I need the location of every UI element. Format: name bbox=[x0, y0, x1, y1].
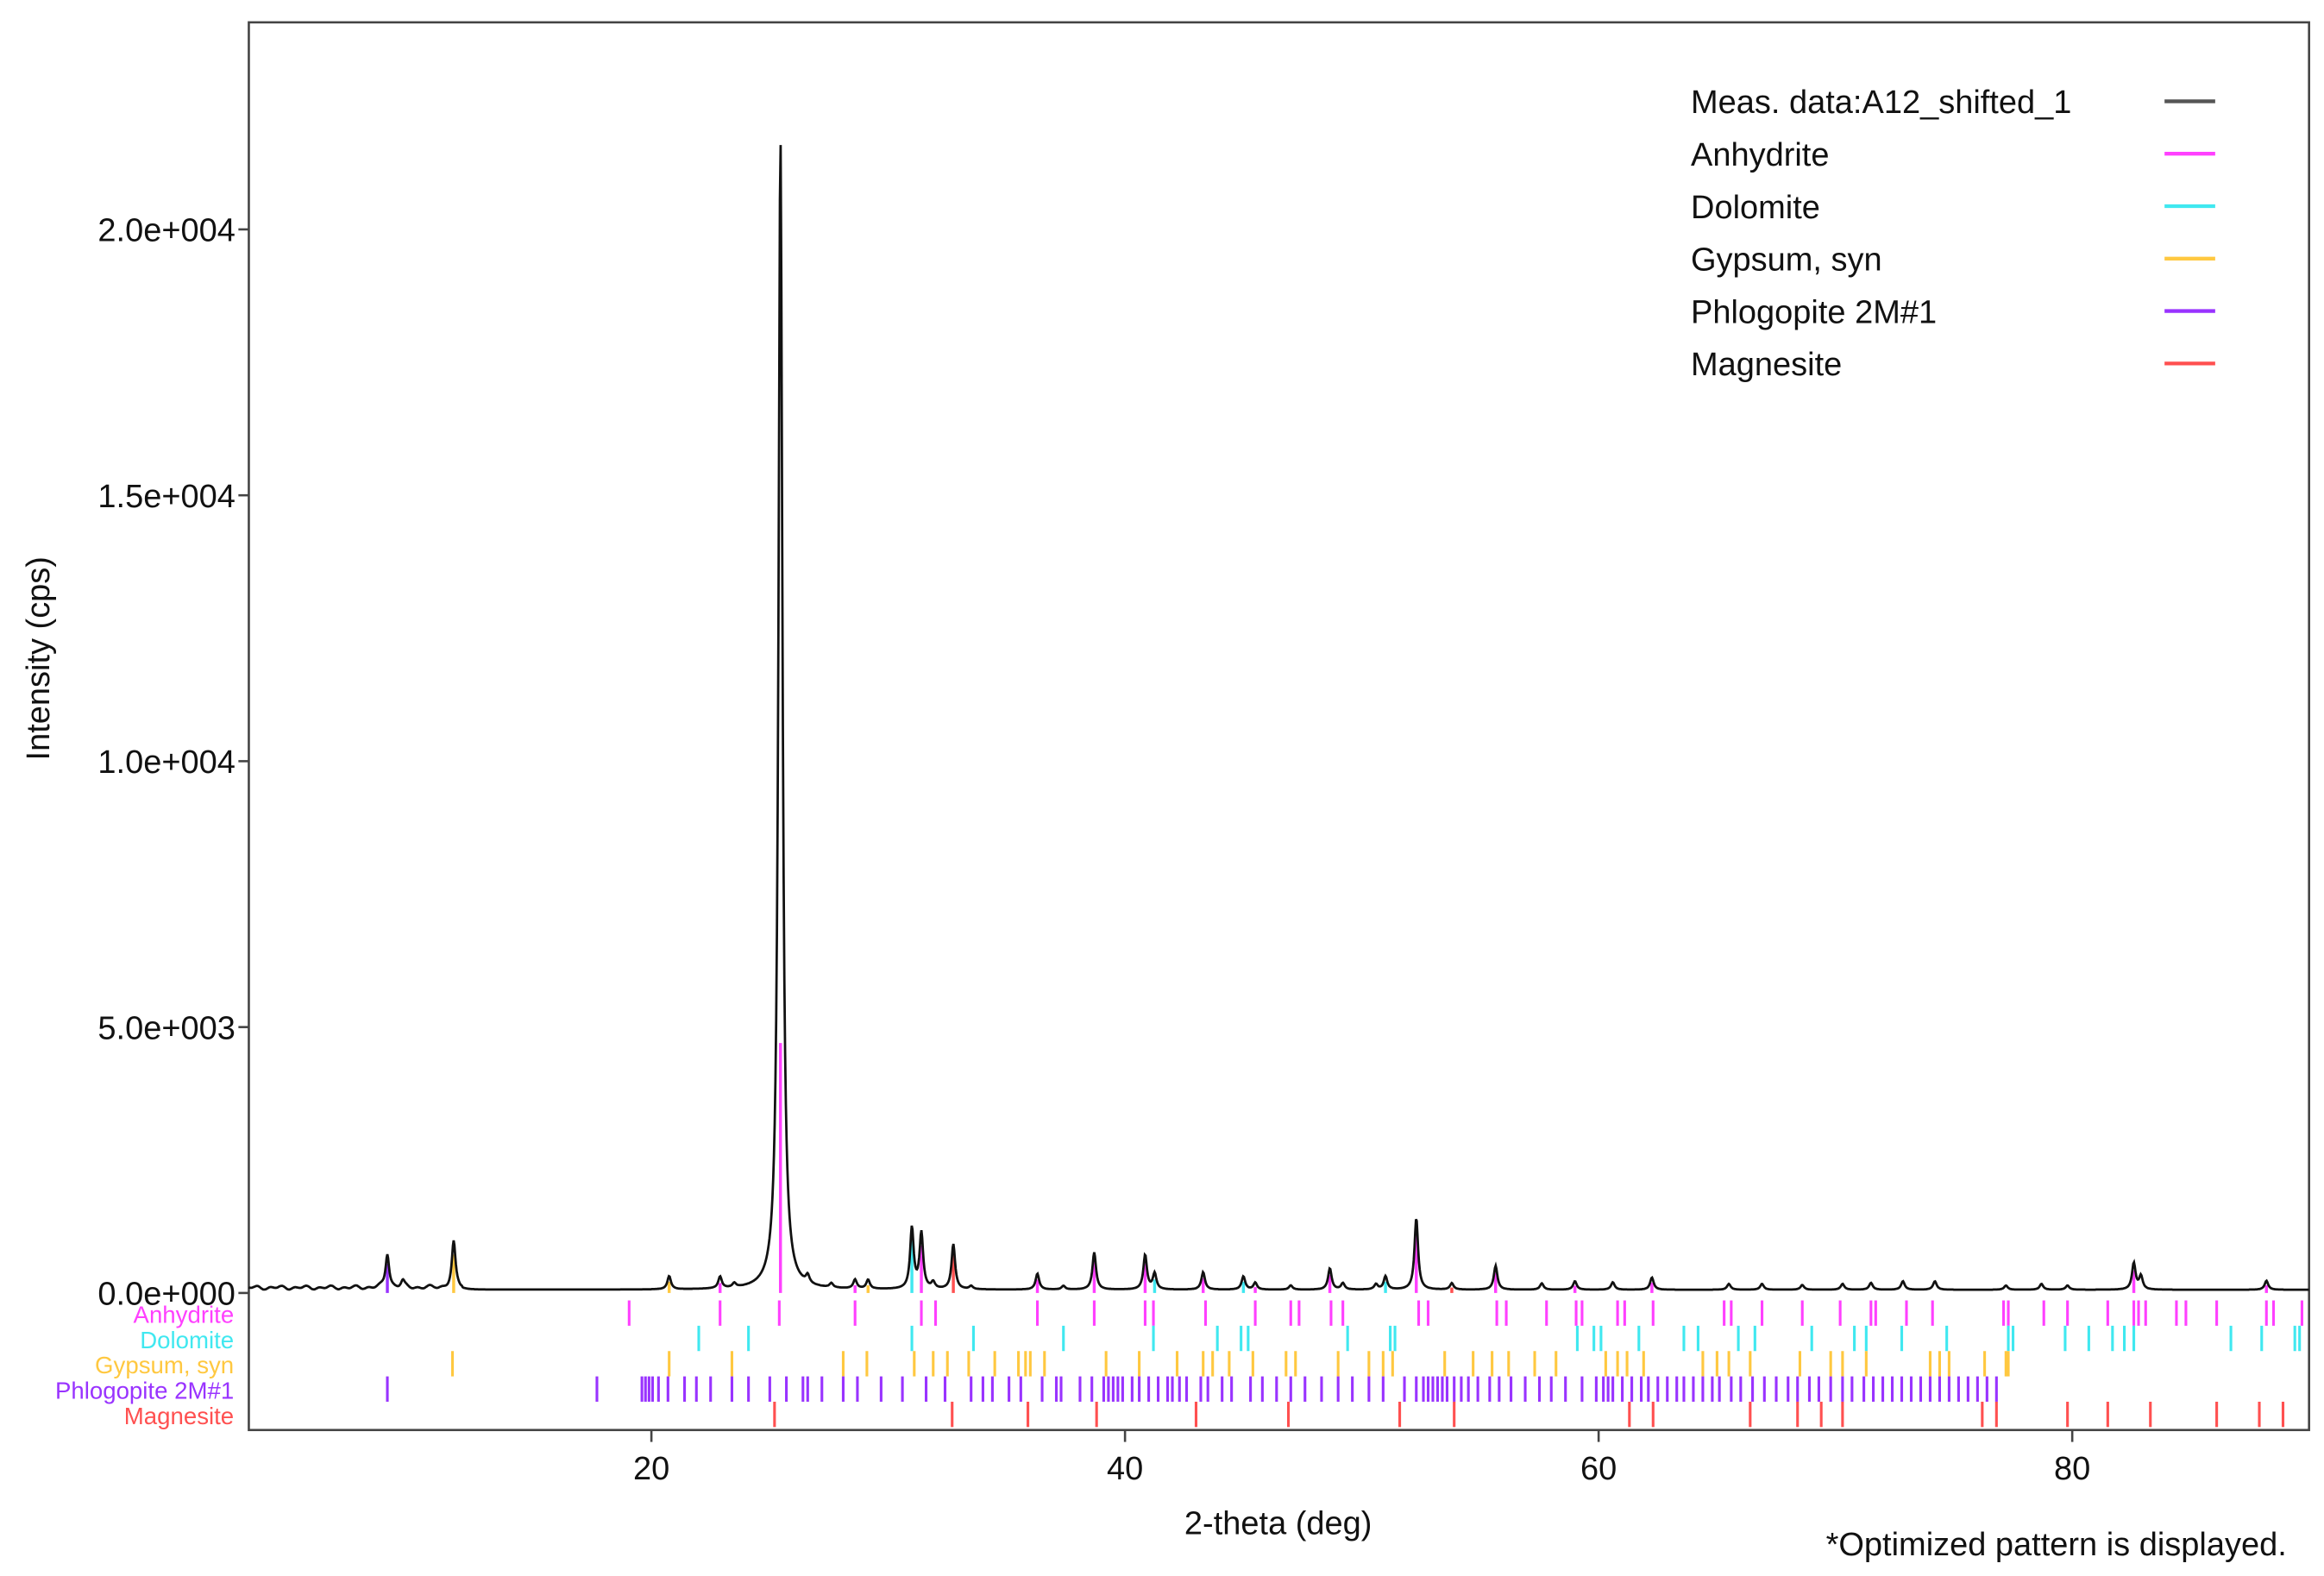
legend-label: Phlogopite 2M#1 bbox=[1691, 294, 1937, 330]
footnote: *Optimized pattern is displayed. bbox=[1826, 1527, 2287, 1563]
y-axis-label: Intensity (cps) bbox=[21, 556, 57, 760]
legend-label: Meas. data:A12_shifted_1 bbox=[1691, 85, 2071, 121]
phase-row-label: Gypsum, syn bbox=[95, 1352, 234, 1378]
phase-row-label: Dolomite bbox=[140, 1327, 234, 1353]
y-tick-label: 1.0e+004 bbox=[97, 744, 236, 781]
y-tick-label: 2.0e+004 bbox=[97, 213, 236, 249]
measured-pattern-line bbox=[248, 145, 2309, 1291]
phase-row-label: Magnesite bbox=[124, 1403, 234, 1429]
plot-frame bbox=[248, 21, 2310, 1432]
phase-row-labels: AnhydriteDolomiteGypsum, synPhlogopite 2… bbox=[55, 1301, 234, 1428]
phase-peaks bbox=[386, 1043, 2268, 1293]
legend-label: Magnesite bbox=[1691, 347, 1842, 383]
legend-label: Dolomite bbox=[1691, 190, 1820, 226]
x-tick-label: 60 bbox=[1580, 1451, 1617, 1487]
axes: 20 40 60 800.0e+0005.0e+0031.0e+0041.5e+004… bbox=[97, 213, 2090, 1487]
x-tick-label: 40 bbox=[1107, 1451, 1143, 1487]
phase-row-label: Anhydrite bbox=[134, 1301, 235, 1328]
x-axis-label: 2-theta (deg) bbox=[1184, 1506, 1372, 1542]
phase-ticks bbox=[386, 1300, 2303, 1428]
legend: Meas. data:A12_shifted_1 Anhydrite Dolomit… bbox=[1691, 85, 2215, 383]
x-tick-label: 20 bbox=[633, 1451, 669, 1487]
legend-label: Gypsum, syn bbox=[1691, 242, 1882, 279]
xrd-chart: 20 40 60 800.0e+0005.0e+0031.0e+0041.5e+004… bbox=[21, 21, 2310, 1563]
y-tick-label: 5.0e+003 bbox=[97, 1010, 236, 1046]
legend-label: Anhydrite bbox=[1691, 137, 1829, 173]
x-tick-label: 80 bbox=[2054, 1451, 2090, 1487]
y-tick-label: 1.5e+004 bbox=[97, 479, 236, 515]
phase-row-label: Phlogopite 2M#1 bbox=[55, 1378, 234, 1404]
